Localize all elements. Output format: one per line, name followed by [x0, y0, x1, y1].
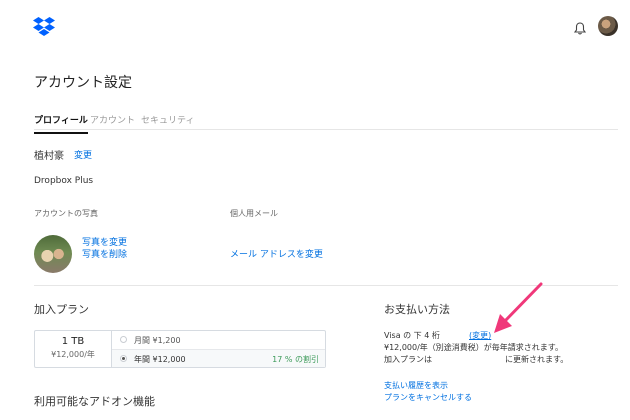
plan-option-yearly[interactable]: 年間 ¥12,000 17 % の割引: [112, 349, 325, 367]
change-payment-link[interactable]: (変更): [469, 330, 491, 341]
plan-annual-price: ¥12,000/年: [51, 350, 95, 359]
radio-yearly[interactable]: [120, 355, 127, 362]
bell-icon[interactable]: [573, 20, 587, 35]
radio-monthly[interactable]: [120, 336, 127, 343]
payment-section-title: お支払い方法: [384, 303, 450, 316]
delete-photo-link[interactable]: 写真を削除: [82, 247, 127, 260]
billing-info: ¥12,000/年（別途消費税）が毎年請求されます。: [384, 343, 563, 352]
change-name-link[interactable]: 変更: [74, 148, 92, 161]
annotation-arrow-icon: [490, 280, 550, 340]
tab-account[interactable]: アカウント: [90, 113, 135, 126]
renew-suffix: に更新されます。: [505, 355, 569, 364]
plan-section-title: 加入プラン: [34, 303, 89, 316]
plan-name: Dropbox Plus: [34, 176, 94, 186]
plan-option-monthly-label: 月間 ¥1,200: [134, 336, 181, 345]
plan-selector: 1 TB ¥12,000/年 月間 ¥1,200 年間 ¥12,000 17 %…: [34, 330, 326, 368]
page-title: アカウント設定: [34, 75, 132, 91]
plan-capacity: 1 TB: [61, 336, 85, 347]
change-email-link[interactable]: メール アドレスを変更: [230, 247, 323, 260]
photo-label: アカウントの写真: [34, 209, 98, 218]
tab-security[interactable]: セキュリティ: [141, 113, 194, 126]
plan-option-yearly-label: 年間 ¥12,000: [134, 355, 186, 364]
cancel-plan-link[interactable]: プランをキャンセルする: [384, 392, 472, 403]
payment-history-link[interactable]: 支払い履歴を表示: [384, 380, 448, 391]
profile-photo: [34, 235, 72, 273]
renew-prefix: 加入プランは: [384, 355, 432, 364]
discount-badge: 17 % の割引: [272, 355, 319, 364]
plan-option-monthly[interactable]: 月間 ¥1,200: [112, 331, 325, 349]
tab-profile[interactable]: プロフィール: [34, 113, 88, 134]
tabs-divider: [34, 129, 618, 130]
plan-capacity-cell: 1 TB ¥12,000/年: [35, 331, 112, 367]
profile-name: 植村豪: [34, 151, 64, 162]
card-info: Visa の 下 4 桁: [384, 331, 440, 340]
addons-section-title: 利用可能なアドオン機能: [34, 395, 155, 408]
user-avatar[interactable]: [598, 16, 618, 36]
email-label: 個人用メール: [230, 209, 278, 218]
dropbox-logo-icon[interactable]: [33, 17, 55, 37]
